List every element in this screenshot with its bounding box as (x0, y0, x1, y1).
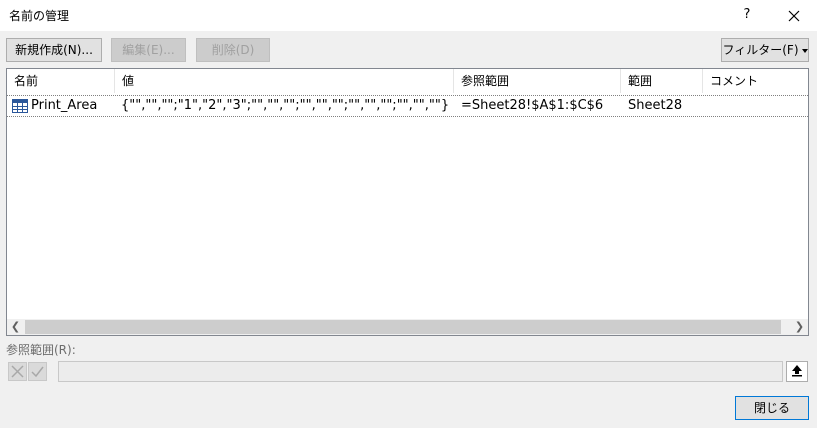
close-window-button[interactable] (780, 4, 808, 26)
edit-button[interactable]: 編集(E)... (111, 38, 186, 62)
horizontal-scrollbar[interactable]: ❮ ❯ (7, 319, 808, 335)
scrollbar-thumb[interactable] (25, 320, 781, 334)
refers-to-input[interactable] (58, 361, 783, 382)
row-scope: Sheet28 (628, 98, 683, 113)
row-comment (710, 96, 806, 116)
delete-button[interactable]: 削除(D) (196, 38, 270, 62)
checkmark-icon (31, 366, 44, 378)
row-refers-to: =Sheet28!$A$1:$C$6 (461, 98, 604, 113)
column-header-comment[interactable]: コメント (703, 69, 808, 93)
list-header: 名前 値 参照範囲 範囲 コメント (7, 69, 808, 93)
scroll-right-icon[interactable]: ❯ (791, 319, 808, 335)
column-header-scope[interactable]: 範囲 (621, 69, 703, 93)
collapse-dialog-button[interactable] (786, 361, 808, 382)
close-icon (788, 10, 800, 21)
names-list[interactable]: 名前 値 参照範囲 範囲 コメント Print_Area {"","","";"… (6, 68, 809, 336)
scroll-left-icon[interactable]: ❮ (7, 319, 24, 335)
table-grid-icon (12, 99, 28, 113)
cancel-edit-button[interactable] (8, 362, 27, 381)
cancel-x-icon (11, 365, 24, 378)
dropdown-arrow-icon (801, 48, 808, 53)
table-row[interactable]: Print_Area {"","","";"1","2","3";"","","… (7, 95, 808, 117)
collapse-arrow-icon (792, 365, 802, 377)
column-header-refers-to[interactable]: 参照範囲 (454, 69, 621, 93)
help-button[interactable]: ? (735, 4, 759, 26)
new-button[interactable]: 新規作成(N)... (6, 38, 102, 62)
close-button[interactable]: 閉じる (735, 396, 809, 420)
confirm-edit-button[interactable] (28, 362, 47, 381)
row-name: Print_Area (31, 98, 98, 113)
refers-to-label: 参照範囲(R): (6, 343, 76, 357)
column-header-value[interactable]: 値 (115, 69, 454, 93)
title-bar: 名前の管理 ? (0, 0, 817, 31)
filter-label: フィルター(F) (722, 43, 799, 57)
filter-button[interactable]: フィルター(F) (721, 38, 809, 62)
column-header-name[interactable]: 名前 (7, 69, 115, 93)
row-value: {"","","";"1","2","3";"","","";"","","";… (121, 98, 450, 113)
dialog-title: 名前の管理 (9, 9, 70, 23)
